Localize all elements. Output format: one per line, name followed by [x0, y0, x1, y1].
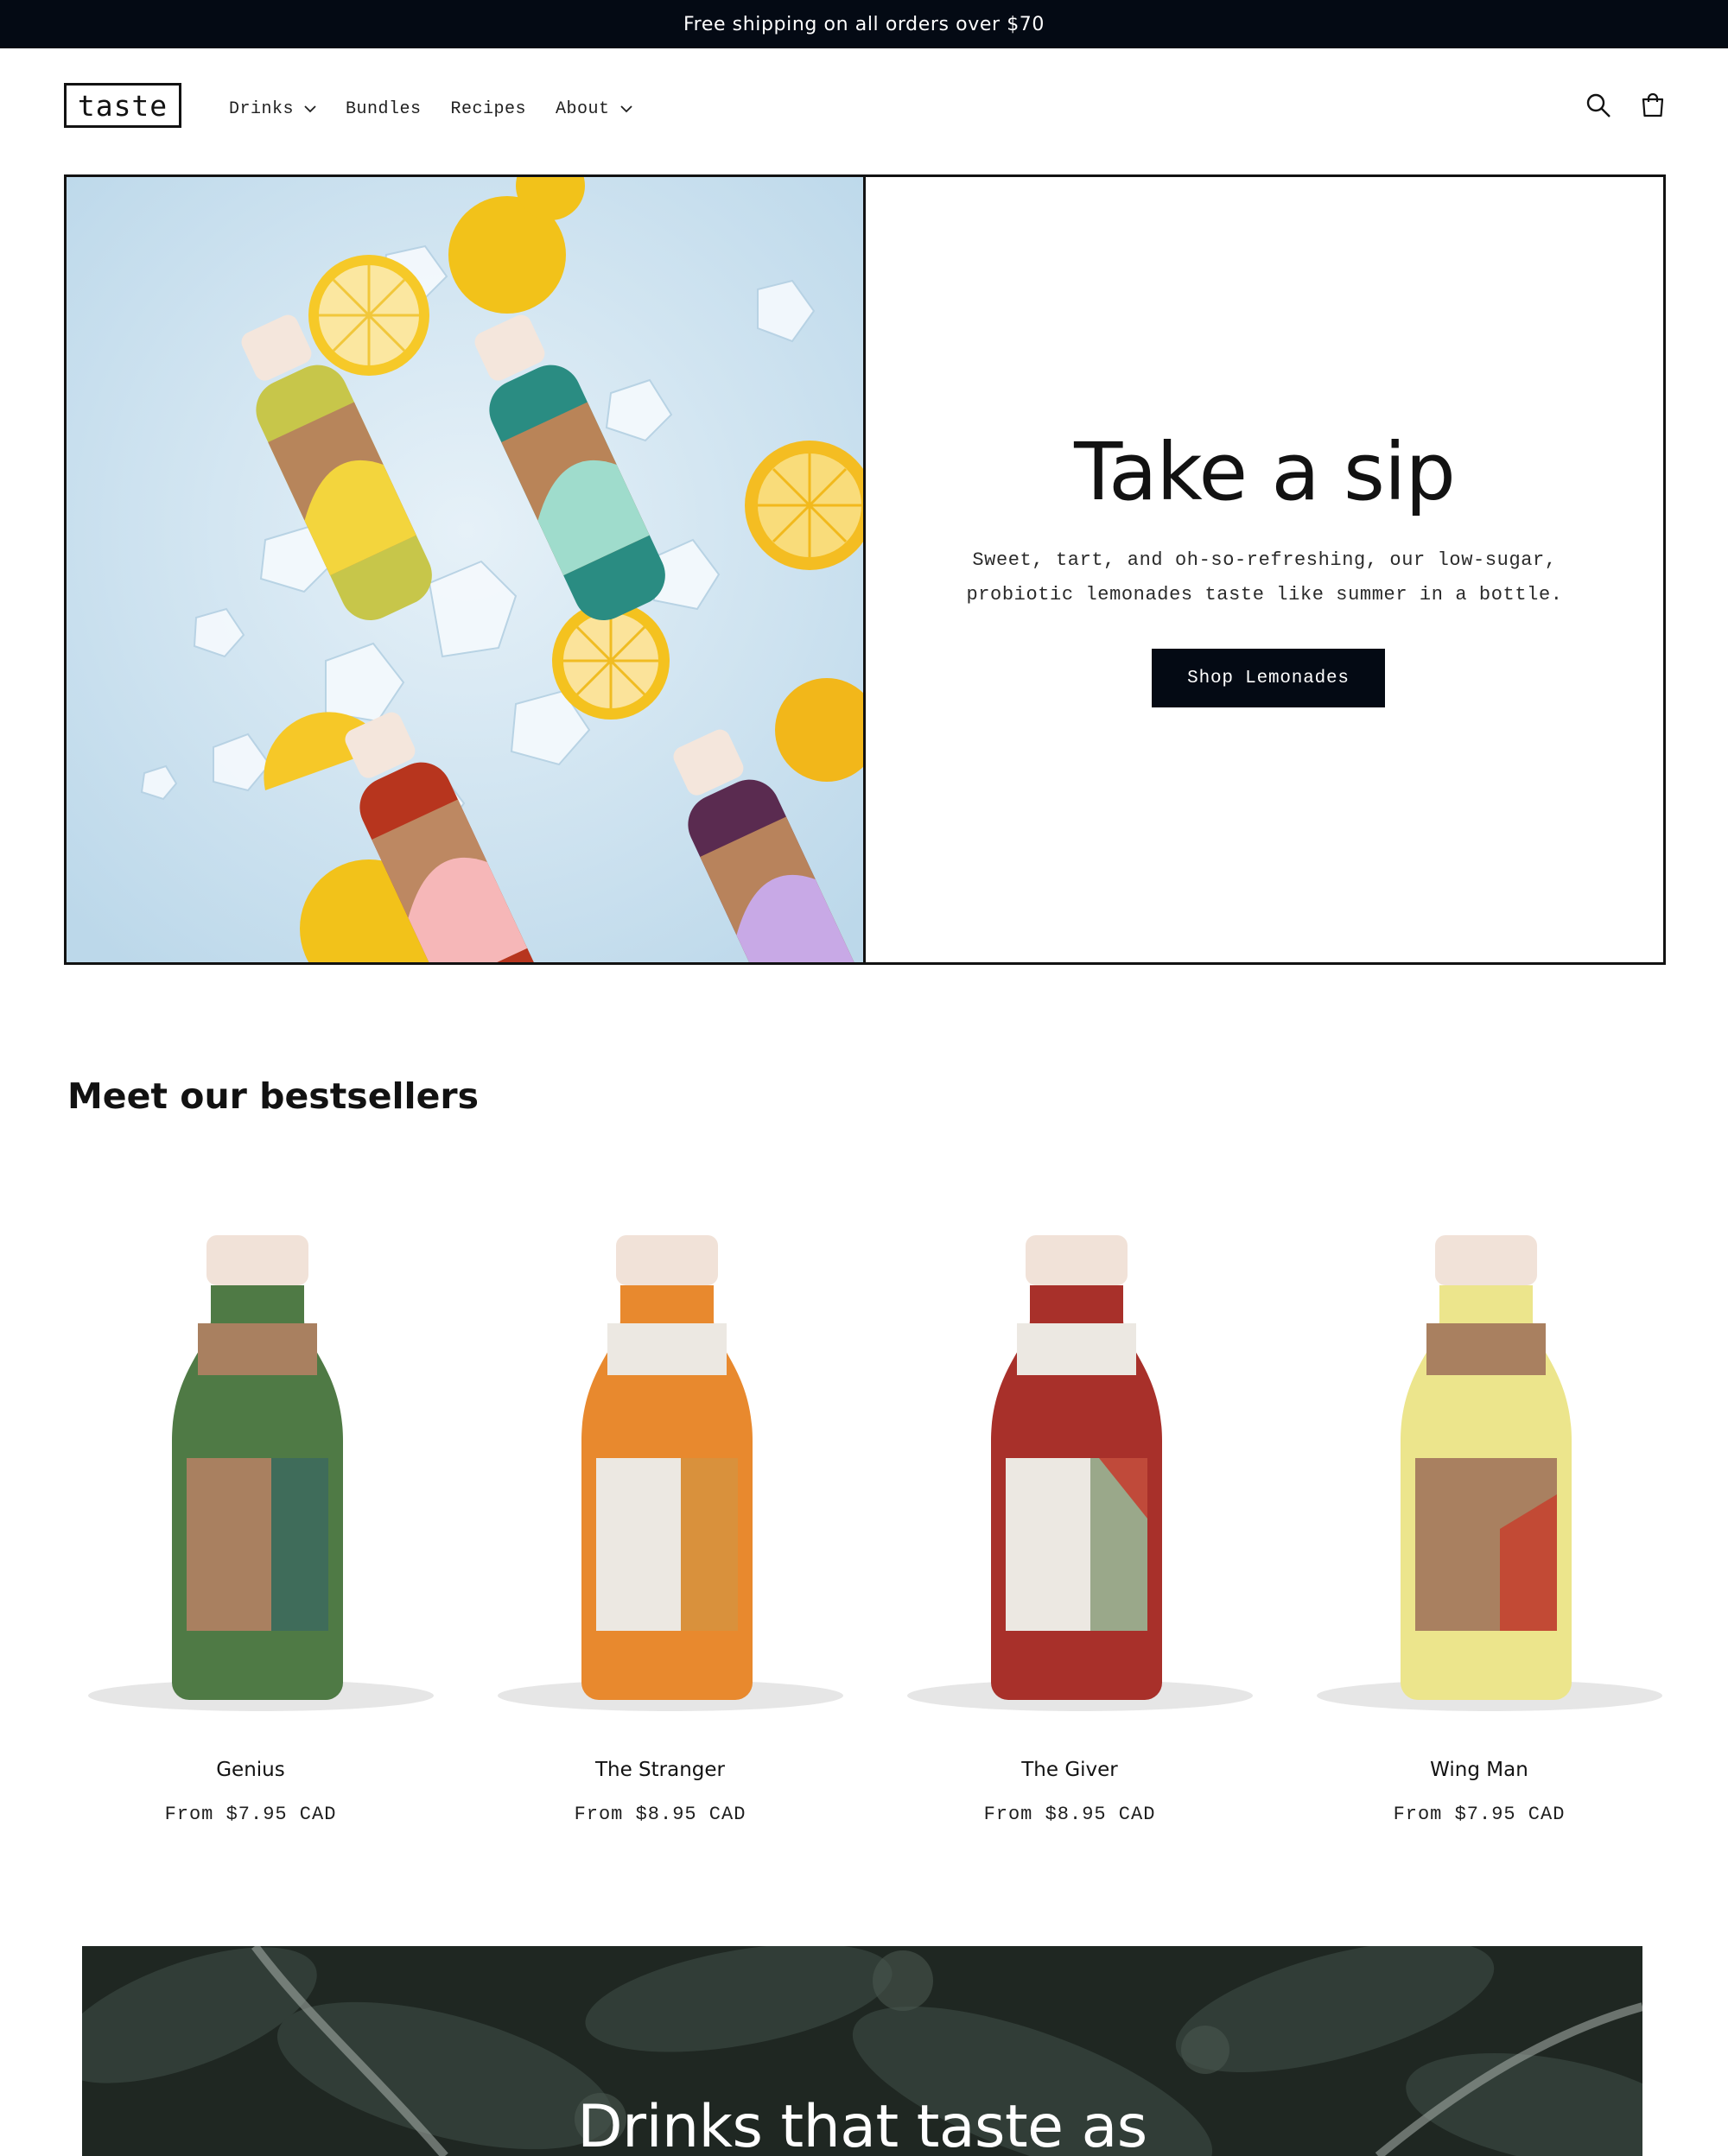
hero-subtitle-line1: Sweet, tart, and oh-so-refreshing, our l…: [972, 549, 1557, 571]
product-price: From $7.95 CAD: [164, 1804, 337, 1825]
product-price: From $8.95 CAD: [574, 1804, 746, 1825]
hero-title: Take a sip: [1074, 426, 1456, 518]
announcement-bar: Free shipping on all orders over $70: [0, 0, 1728, 48]
chevron-down-icon: [619, 105, 632, 112]
site-header: taste Drinks Bundles Recipes About: [0, 48, 1728, 161]
main-nav: Drinks Bundles Recipes About: [229, 92, 662, 126]
product-name[interactable]: Wing Man: [1293, 1759, 1666, 1781]
hero-subtitle: Sweet, tart, and oh-so-refreshing, our l…: [926, 543, 1603, 612]
product-card[interactable]: The Giver From $8.95 CAD: [883, 1192, 1256, 1848]
nav-label-drinks: Drinks: [229, 98, 295, 119]
product-price: From $8.95 CAD: [983, 1804, 1156, 1825]
nav-label-about: About: [556, 98, 610, 119]
nav-item-drinks[interactable]: Drinks: [229, 92, 316, 126]
product-grid: Genius From $7.95 CAD The Stranger From …: [64, 1192, 1666, 1848]
product-image[interactable]: [473, 1192, 847, 1728]
product-price: From $7.95 CAD: [1393, 1804, 1566, 1825]
bestsellers-title: Meet our bestsellers: [67, 1075, 480, 1117]
search-icon: [1586, 93, 1610, 117]
product-card[interactable]: The Stranger From $8.95 CAD: [473, 1192, 847, 1848]
logo-link[interactable]: taste: [64, 83, 181, 128]
cart-button[interactable]: [1636, 88, 1670, 123]
chevron-down-icon: [304, 105, 316, 112]
hero-image: [67, 177, 866, 962]
logo-text: taste: [77, 88, 168, 123]
product-image[interactable]: [883, 1192, 1256, 1728]
search-button[interactable]: [1581, 88, 1616, 123]
nav-item-bundles[interactable]: Bundles: [346, 92, 422, 126]
announcement-text: Free shipping on all orders over $70: [683, 13, 1045, 35]
hero-content: Take a sip Sweet, tart, and oh-so-refres…: [866, 177, 1663, 962]
lemonade-photo: [67, 177, 863, 962]
image-banner: Drinks that taste as: [82, 1946, 1642, 2156]
bottle-image: [907, 1235, 1253, 1711]
product-name[interactable]: The Stranger: [473, 1759, 847, 1781]
bottle-image: [88, 1235, 434, 1711]
product-card[interactable]: Wing Man From $7.95 CAD: [1293, 1192, 1666, 1848]
product-name[interactable]: Genius: [64, 1759, 437, 1781]
product-card[interactable]: Genius From $7.95 CAD: [64, 1192, 437, 1848]
bottle-image: [498, 1235, 843, 1711]
nav-label-bundles: Bundles: [346, 98, 422, 119]
nav-label-recipes: Recipes: [450, 98, 527, 119]
cart-icon: [1642, 92, 1664, 117]
product-image[interactable]: [64, 1192, 437, 1728]
shop-lemonades-button[interactable]: Shop Lemonades: [1152, 649, 1385, 707]
product-image[interactable]: [1293, 1192, 1666, 1728]
product-name[interactable]: The Giver: [883, 1759, 1256, 1781]
hero-subtitle-line2: probiotic lemonades taste like summer in…: [966, 584, 1563, 606]
bottle-image: [1317, 1235, 1662, 1711]
nav-item-about[interactable]: About: [556, 92, 632, 126]
hero-section: Take a sip Sweet, tart, and oh-so-refres…: [64, 174, 1666, 965]
nav-item-recipes[interactable]: Recipes: [451, 92, 527, 126]
banner-title: Drinks that taste as: [577, 2093, 1147, 2156]
